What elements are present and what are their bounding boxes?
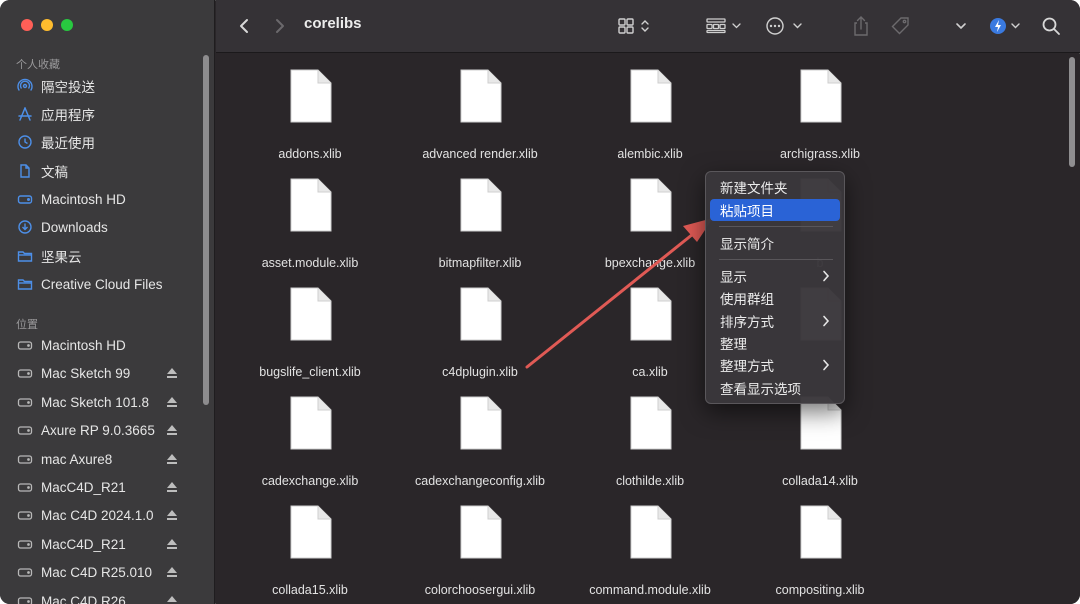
menu-item-label: 排序方式 [720,315,774,330]
menu-item-label: 显示 [720,270,747,285]
menu-item-label: 新建文件夹 [720,181,788,196]
chevron-right-icon [823,359,830,371]
menu-item-paste-item[interactable]: 粘贴项目 [710,199,840,221]
chevron-right-icon [823,270,830,282]
menu-separator [719,226,833,227]
chevron-right-icon [823,315,830,327]
menu-item-use-groups[interactable]: 使用群组 [710,287,840,309]
menu-item-view-options[interactable]: 查看显示选项 [710,377,840,399]
menu-item-label: 整理 [720,337,747,352]
menu-item-sort-by[interactable]: 排序方式 [710,310,840,332]
annotation-arrow [525,218,713,369]
menu-item-show[interactable]: 显示 [710,265,840,287]
menu-item-clean-up-by[interactable]: 整理方式 [710,354,840,376]
menu-separator [719,259,833,260]
menu-item-clean-up[interactable]: 整理 [710,332,840,354]
menu-item-get-info[interactable]: 显示简介 [710,232,840,254]
menu-item-label: 整理方式 [720,359,774,374]
menu-item-label: 查看显示选项 [720,382,801,397]
finder-window: 个人收藏 隔空投送 应用程序 最近使用 文稿 Macintosh HD Down… [0,0,1080,604]
context-menu: 新建文件夹 粘贴项目 显示简介 显示 使用群组 排序方式 整理 整理方式 查看显… [705,171,845,404]
menu-item-label: 粘贴项目 [720,204,774,219]
menu-item-label: 显示简介 [720,237,774,252]
menu-item-label: 使用群组 [720,292,774,307]
menu-item-new-folder[interactable]: 新建文件夹 [710,176,840,198]
